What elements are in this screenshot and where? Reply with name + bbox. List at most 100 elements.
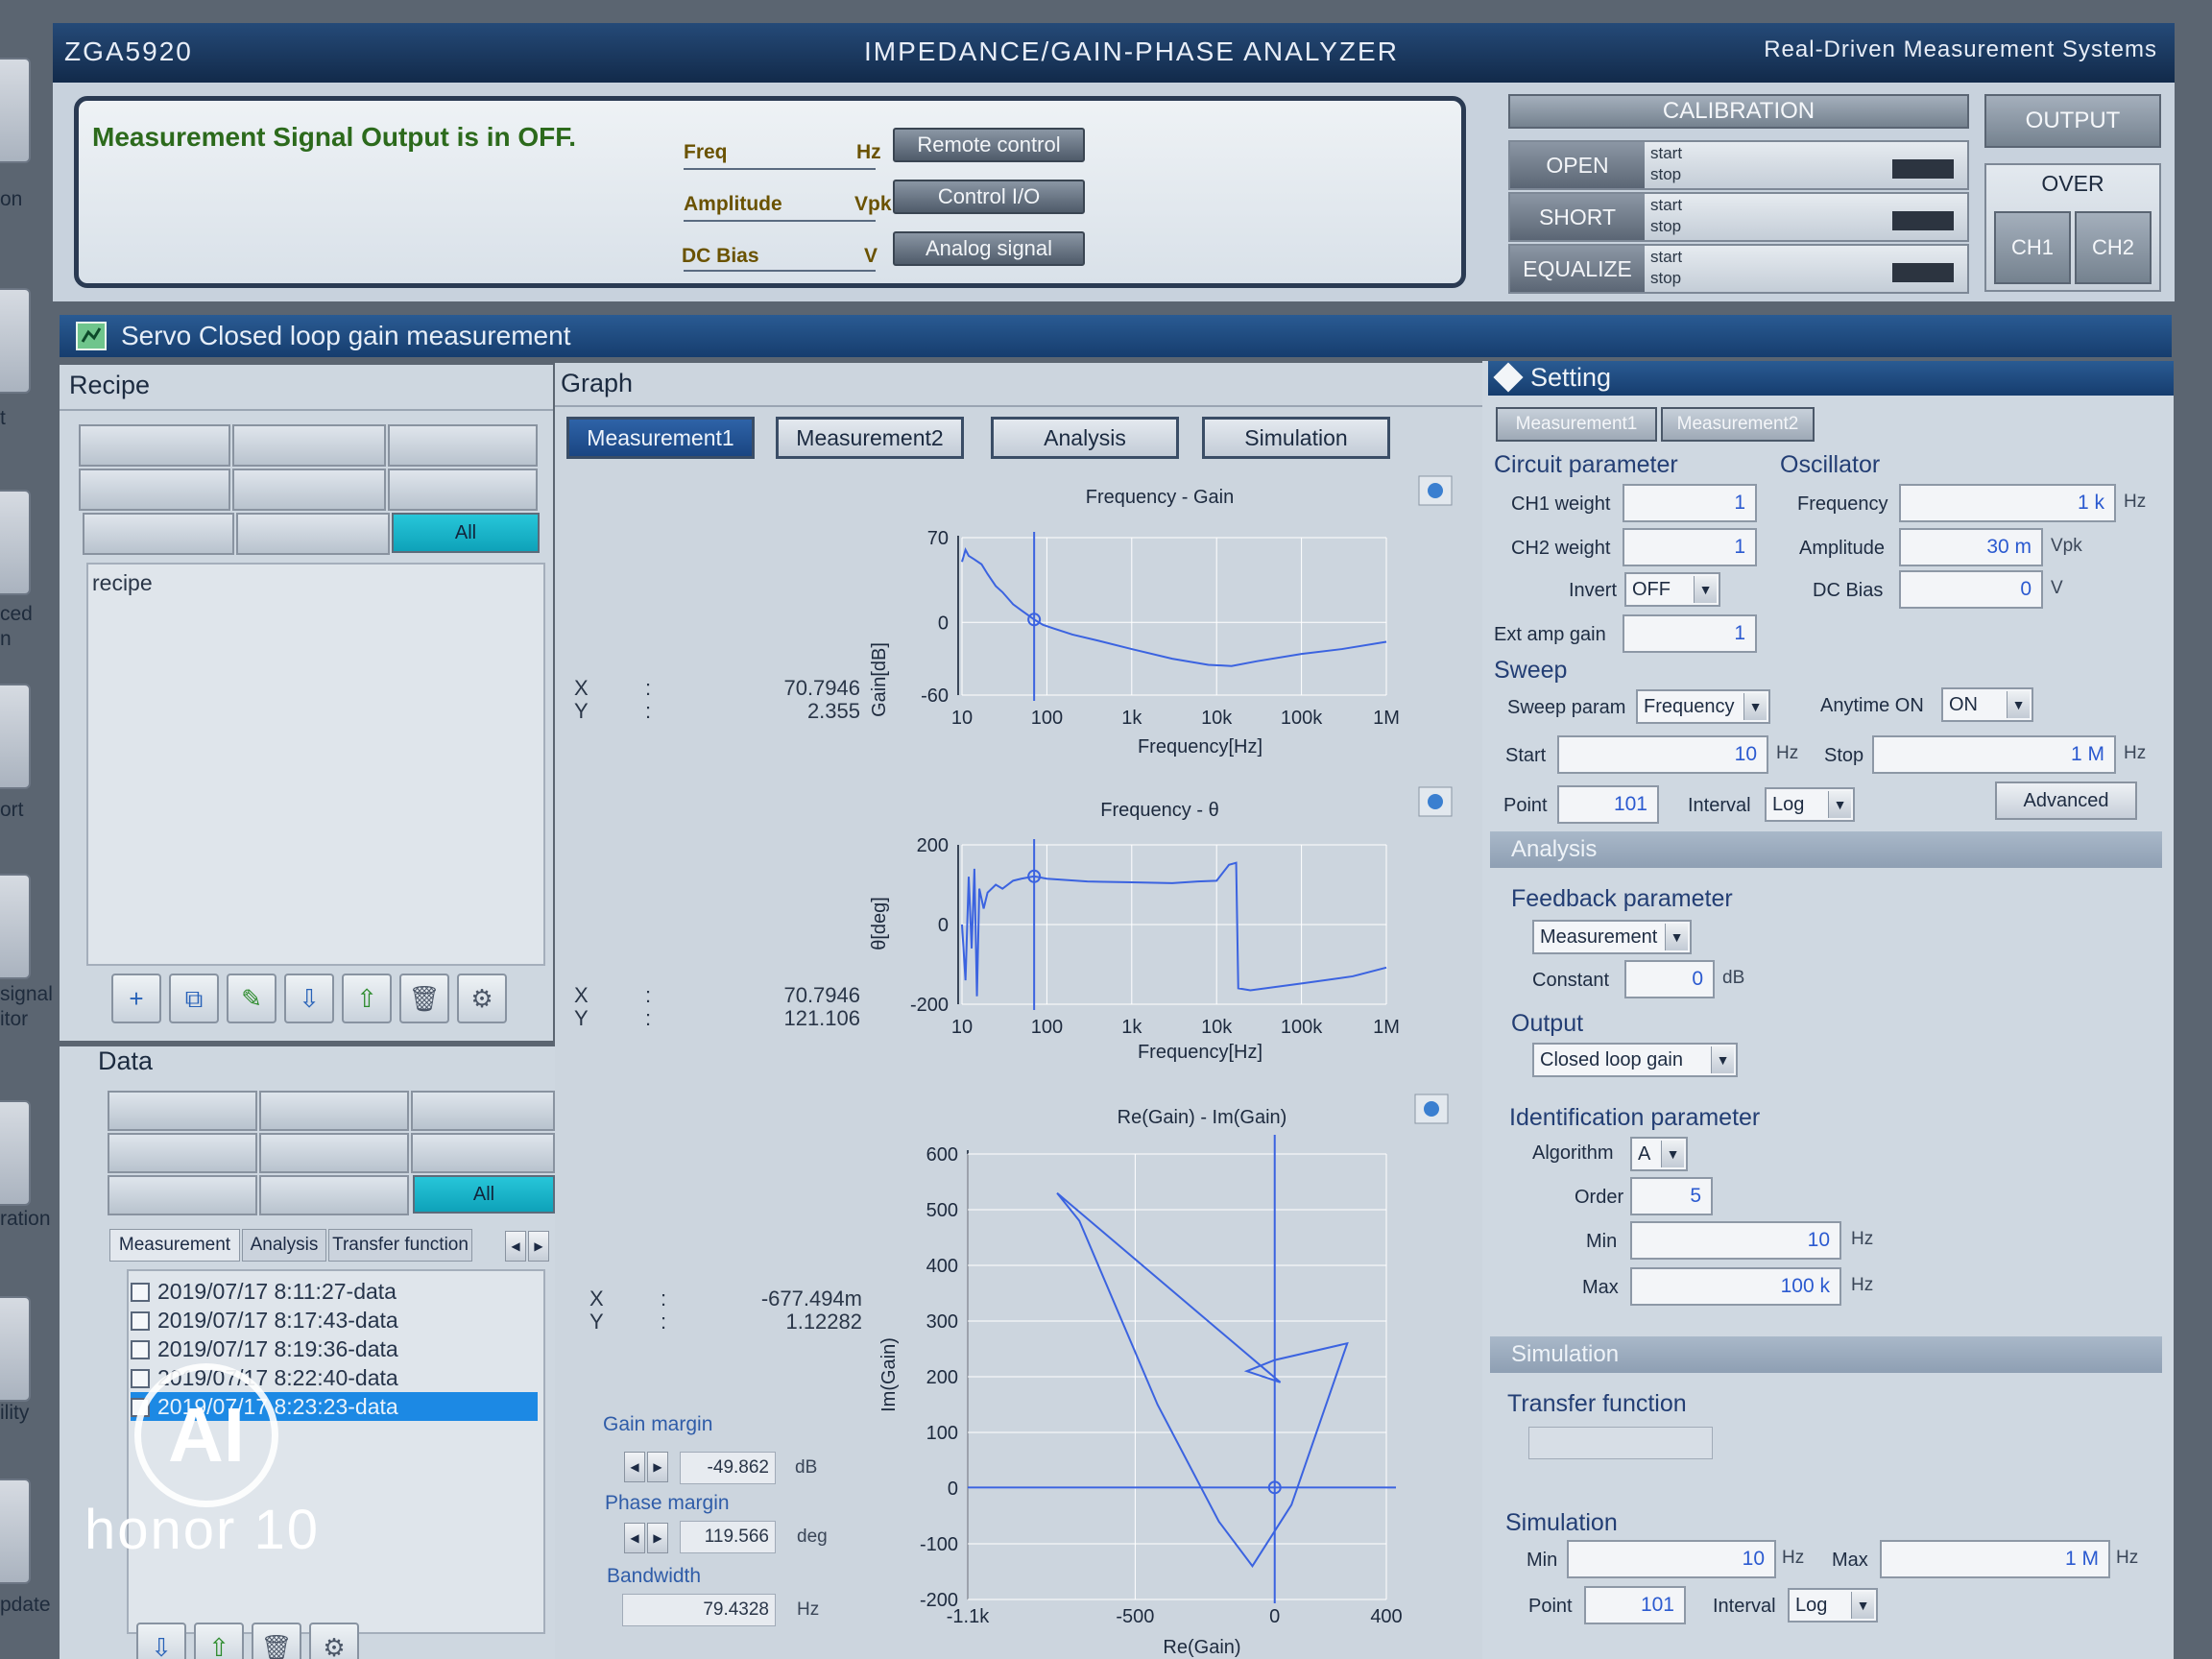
data-filter-7[interactable] bbox=[108, 1175, 257, 1215]
recipe-filter-4[interactable] bbox=[79, 469, 230, 511]
nyquist-ylabel: Im(Gain) bbox=[878, 1337, 900, 1412]
sweep-start-input[interactable]: 10 bbox=[1557, 735, 1768, 774]
tab-setting-measurement2[interactable]: Measurement2 bbox=[1661, 407, 1815, 442]
ident-max-input[interactable]: 100 k bbox=[1630, 1267, 1841, 1306]
anytime-on-select[interactable]: ON ▼ bbox=[1941, 687, 2033, 722]
sim-max-input[interactable]: 1 M bbox=[1880, 1540, 2110, 1578]
strip-button-7[interactable] bbox=[0, 1296, 31, 1402]
osc-dcbias-input[interactable]: 0 bbox=[1899, 570, 2043, 609]
sweep-point-input[interactable]: 101 bbox=[1557, 785, 1659, 824]
equalize-button[interactable]: EQUALIZE bbox=[1510, 246, 1645, 292]
transfer-function-field[interactable] bbox=[1528, 1427, 1713, 1459]
calibration-short-row: SHORT start stop bbox=[1508, 192, 1969, 242]
feedback-select[interactable]: Measurement ▼ bbox=[1532, 920, 1692, 954]
short-button[interactable]: SHORT bbox=[1510, 194, 1645, 240]
recipe-filter-2[interactable] bbox=[232, 424, 386, 467]
strip-button-4[interactable] bbox=[0, 684, 31, 789]
ext-amp-gain-input[interactable]: 1 bbox=[1623, 614, 1757, 653]
invert-value: OFF bbox=[1632, 579, 1671, 600]
invert-select[interactable]: OFF ▼ bbox=[1624, 572, 1720, 607]
data-filter-8[interactable] bbox=[259, 1175, 409, 1215]
recipe-filter-5[interactable] bbox=[232, 469, 386, 511]
tab-transfer-function[interactable]: Transfer function bbox=[328, 1229, 472, 1262]
sim-point-input[interactable]: 101 bbox=[1584, 1586, 1686, 1624]
sweep-interval-select[interactable]: Log ▼ bbox=[1765, 787, 1855, 822]
sim-interval-select[interactable]: Log ▼ bbox=[1788, 1588, 1878, 1623]
delete-icon[interactable]: 🗑 bbox=[399, 974, 449, 1023]
sim-interval-label: Interval bbox=[1713, 1596, 1776, 1617]
osc-amplitude-input[interactable]: 30 m bbox=[1899, 528, 2043, 566]
checkbox[interactable] bbox=[131, 1311, 150, 1331]
sweep-stop-input[interactable]: 1 M bbox=[1872, 735, 2116, 774]
save-icon[interactable]: ⇧ bbox=[342, 974, 392, 1023]
data-filter-5[interactable] bbox=[259, 1133, 409, 1173]
strip-label: on bbox=[0, 188, 23, 210]
edit-icon[interactable]: ✎ bbox=[227, 974, 276, 1023]
ch1-weight-input[interactable]: 1 bbox=[1623, 484, 1757, 522]
output-button[interactable]: OUTPUT bbox=[1984, 94, 2161, 148]
import-icon[interactable]: ⇩ bbox=[136, 1623, 186, 1659]
recipe-list[interactable]: recipe bbox=[86, 563, 545, 966]
strip-button-2[interactable] bbox=[0, 288, 31, 394]
tab-prev-arrow[interactable]: ◀ bbox=[505, 1231, 526, 1262]
recipe-all-button[interactable]: All bbox=[392, 513, 540, 553]
anytime-on-value: ON bbox=[1949, 694, 1978, 715]
advanced-button[interactable]: Advanced bbox=[1995, 781, 2137, 820]
list-item[interactable]: 2019/07/17 8:11:27-data bbox=[131, 1277, 543, 1306]
stop-label: stop bbox=[1650, 217, 1682, 235]
checkbox[interactable] bbox=[131, 1283, 150, 1302]
data-delete-icon[interactable]: 🗑 bbox=[252, 1623, 301, 1659]
tab-setting-measurement1[interactable]: Measurement1 bbox=[1496, 407, 1657, 442]
tab-next-arrow[interactable]: ▶ bbox=[528, 1231, 549, 1262]
open-indicator bbox=[1892, 159, 1954, 179]
control-io-button[interactable]: Control I/O bbox=[893, 180, 1085, 214]
load-icon[interactable]: ⇩ bbox=[284, 974, 334, 1023]
sweep-start-label: Start bbox=[1505, 745, 1547, 766]
checkbox[interactable] bbox=[131, 1369, 150, 1388]
recipe-filter-3[interactable] bbox=[388, 424, 538, 467]
strip-button-3[interactable] bbox=[0, 490, 31, 595]
recipe-filter-6[interactable] bbox=[388, 469, 538, 511]
data-filter-6[interactable] bbox=[411, 1133, 555, 1173]
simulation-section-bar: Simulation bbox=[1490, 1336, 2162, 1373]
remote-control-button[interactable]: Remote control bbox=[893, 128, 1085, 162]
analog-signal-button[interactable]: Analog signal bbox=[893, 231, 1085, 266]
constant-input[interactable]: 0 bbox=[1624, 960, 1715, 998]
strip-button-6[interactable] bbox=[0, 1100, 31, 1206]
feedback-parameter-title: Feedback parameter bbox=[1511, 885, 1733, 912]
data-filter-2[interactable] bbox=[259, 1091, 409, 1131]
list-item[interactable]: 2019/07/17 8:17:43-data bbox=[131, 1306, 543, 1334]
osc-frequency-input[interactable]: 1 k bbox=[1899, 484, 2116, 522]
strip-button-5[interactable] bbox=[0, 874, 31, 979]
oscillator-title: Oscillator bbox=[1780, 451, 1881, 478]
strip-button-1[interactable] bbox=[0, 58, 31, 163]
data-settings-icon[interactable]: ⚙ bbox=[309, 1623, 359, 1659]
checkbox[interactable] bbox=[131, 1340, 150, 1359]
data-all-button[interactable]: All bbox=[413, 1175, 555, 1214]
sweep-param-select[interactable]: Frequency ▼ bbox=[1636, 689, 1770, 724]
order-input[interactable]: 5 bbox=[1630, 1177, 1713, 1215]
copy-icon[interactable]: ⧉ bbox=[169, 974, 219, 1023]
settings-icon[interactable]: ⚙ bbox=[457, 974, 507, 1023]
new-icon[interactable]: + bbox=[111, 974, 161, 1023]
recipe-filter-8[interactable] bbox=[236, 513, 390, 555]
transfer-function-title: Transfer function bbox=[1507, 1390, 1687, 1417]
recipe-filter-7[interactable] bbox=[83, 513, 234, 555]
tab-measurement[interactable]: Measurement bbox=[109, 1229, 240, 1262]
strip-button-8[interactable] bbox=[0, 1479, 31, 1584]
recipe-filter-1[interactable] bbox=[79, 424, 230, 467]
data-filter-1[interactable] bbox=[108, 1091, 257, 1131]
ch2-weight-input[interactable]: 1 bbox=[1623, 528, 1757, 566]
data-filter-4[interactable] bbox=[108, 1133, 257, 1173]
algorithm-select[interactable]: A ▼ bbox=[1630, 1137, 1688, 1171]
output-select[interactable]: Closed loop gain ▼ bbox=[1532, 1043, 1738, 1077]
ident-min-input[interactable]: 10 bbox=[1630, 1221, 1841, 1260]
stop-label: stop bbox=[1650, 165, 1682, 183]
export-icon[interactable]: ⇧ bbox=[194, 1623, 244, 1659]
list-item[interactable]: 2019/07/17 8:19:36-data bbox=[131, 1334, 543, 1363]
sim-min-input[interactable]: 10 bbox=[1567, 1540, 1776, 1578]
data-filter-3[interactable] bbox=[411, 1091, 555, 1131]
tab-analysis[interactable]: Analysis bbox=[242, 1229, 326, 1262]
dcbias-unit: V bbox=[864, 245, 878, 267]
open-button[interactable]: OPEN bbox=[1510, 142, 1645, 188]
